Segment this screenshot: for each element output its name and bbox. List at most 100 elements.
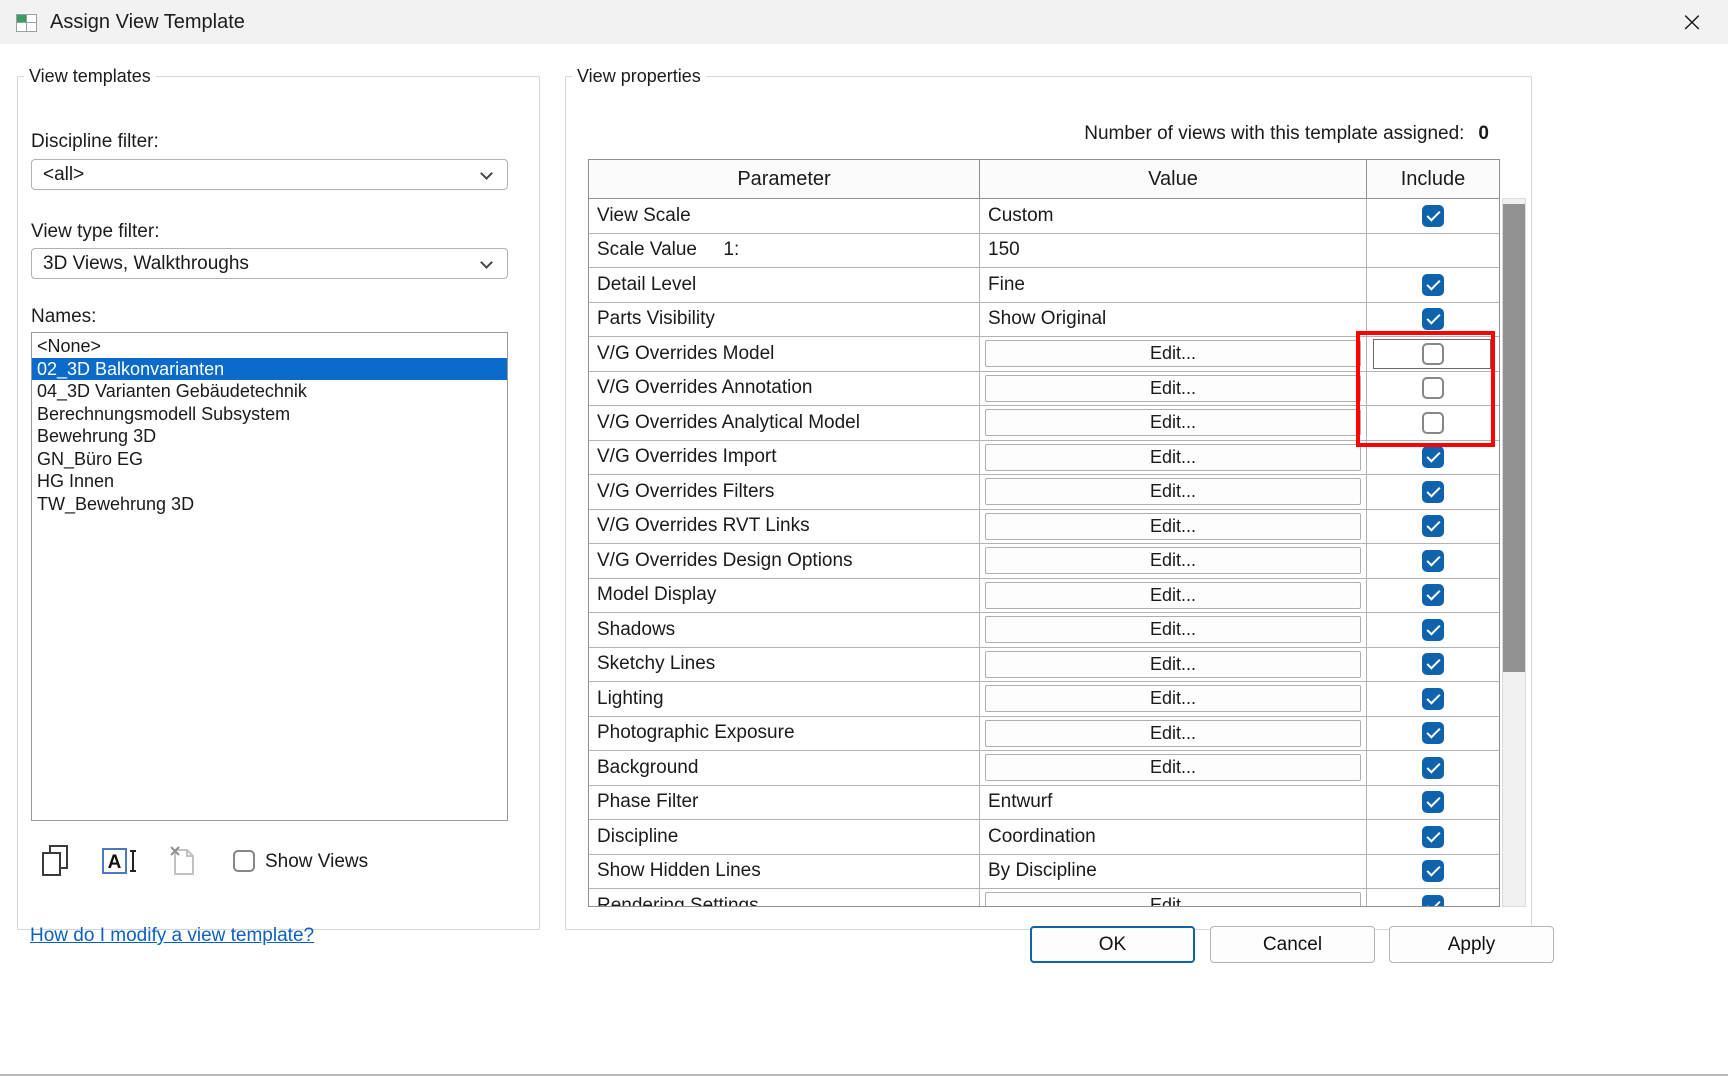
table-row: V/G Overrides RVT LinksEdit... (589, 510, 1499, 545)
table-row: DisciplineCoordination (589, 820, 1499, 855)
value-cell[interactable]: Custom (980, 199, 1367, 233)
ok-button[interactable]: OK (1030, 926, 1195, 963)
value-cell[interactable]: Coordination (980, 820, 1367, 854)
discipline-filter-label: Discipline filter: (31, 131, 159, 153)
table-row: Sketchy LinesEdit... (589, 648, 1499, 683)
include-checkbox[interactable] (1422, 895, 1444, 907)
value-cell[interactable]: By Discipline (980, 855, 1367, 889)
edit-button[interactable]: Edit... (985, 720, 1361, 747)
include-checkbox[interactable] (1422, 722, 1444, 744)
cancel-button[interactable]: Cancel (1210, 926, 1375, 963)
edit-button[interactable]: Edit... (985, 547, 1361, 574)
table-scrollbar[interactable] (1502, 198, 1526, 907)
include-checkbox[interactable] (1422, 205, 1444, 227)
names-listbox: <None>02_3D Balkonvarianten04_3D Variant… (31, 332, 508, 821)
edit-button[interactable]: Edit... (985, 513, 1361, 540)
view-type-filter-combobox[interactable]: 3D Views, Walkthroughs (31, 248, 508, 279)
close-icon[interactable]: × (1666, 0, 1718, 44)
column-header-parameter: Parameter (589, 160, 980, 198)
value-cell[interactable]: Show Original (980, 303, 1367, 337)
table-row: V/G Overrides ImportEdit... (589, 441, 1499, 476)
include-checkbox[interactable] (1422, 791, 1444, 813)
edit-button[interactable]: Edit... (985, 685, 1361, 712)
discipline-filter-combobox[interactable]: <all> (31, 159, 508, 190)
parameter-cell: V/G Overrides Model (589, 337, 980, 371)
include-checkbox[interactable] (1422, 757, 1444, 779)
list-item[interactable]: GN_Büro EG (32, 448, 507, 471)
help-link[interactable]: How do I modify a view template? (30, 925, 314, 947)
edit-button[interactable]: Edit... (985, 754, 1361, 781)
include-checkbox[interactable] (1422, 619, 1444, 641)
window-title: Assign View Template (50, 11, 245, 34)
list-item[interactable]: Berechnungsmodell Subsystem (32, 403, 507, 426)
parameter-cell: Rendering Settings (589, 889, 980, 907)
edit-button[interactable]: Edit... (985, 444, 1361, 471)
list-item[interactable]: 04_3D Varianten Gebäudetechnik (32, 380, 507, 403)
edit-button[interactable]: Edit... (985, 375, 1361, 402)
parameter-cell: Show Hidden Lines (589, 855, 980, 889)
edit-button[interactable]: Edit... (985, 651, 1361, 678)
chevron-down-icon (480, 167, 493, 180)
include-cell (1367, 717, 1499, 751)
view-templates-group-label: View templates (24, 66, 156, 87)
value-cell: Edit... (980, 751, 1367, 785)
value-cell: Edit... (980, 372, 1367, 406)
include-checkbox[interactable] (1422, 412, 1444, 434)
value-cell: Edit... (980, 441, 1367, 475)
apply-button[interactable]: Apply (1389, 926, 1554, 963)
include-checkbox[interactable] (1422, 860, 1444, 882)
include-checkbox[interactable] (1422, 481, 1444, 503)
list-item[interactable]: HG Innen (32, 470, 507, 493)
value-cell: Edit... (980, 510, 1367, 544)
edit-button[interactable]: Edit... (985, 340, 1361, 367)
list-item[interactable]: TW_Bewehrung 3D (32, 493, 507, 516)
list-item[interactable]: 02_3D Balkonvarianten (32, 358, 507, 381)
include-checkbox[interactable] (1422, 826, 1444, 848)
app-icon (14, 10, 39, 35)
table-row: Parts VisibilityShow Original (589, 303, 1499, 338)
include-checkbox[interactable] (1422, 688, 1444, 710)
properties-table-header: Parameter Value Include (589, 160, 1499, 199)
include-checkbox[interactable] (1422, 343, 1444, 365)
table-row: BackgroundEdit... (589, 751, 1499, 786)
value-cell[interactable]: Fine (980, 268, 1367, 302)
include-checkbox[interactable] (1422, 274, 1444, 296)
include-checkbox[interactable] (1422, 446, 1444, 468)
value-cell[interactable]: Entwurf (980, 786, 1367, 820)
scrollbar-thumb[interactable] (1503, 204, 1525, 672)
table-row: Detail LevelFine (589, 268, 1499, 303)
include-cell (1367, 613, 1499, 647)
include-checkbox[interactable] (1422, 653, 1444, 675)
list-item[interactable]: Bewehrung 3D (32, 425, 507, 448)
table-row: Show Hidden LinesBy Discipline (589, 855, 1499, 890)
include-checkbox[interactable] (1422, 308, 1444, 330)
include-checkbox[interactable] (1422, 584, 1444, 606)
assign-view-template-dialog: Assign View Template × View templates Di… (0, 0, 1728, 1076)
names-label: Names: (31, 306, 96, 328)
edit-button[interactable]: Edit... (985, 582, 1361, 609)
discipline-filter-value: <all> (43, 164, 84, 186)
include-checkbox[interactable] (1422, 515, 1444, 537)
edit-button[interactable]: Edit... (985, 409, 1361, 436)
assigned-views-count-label: Number of views with this template assig… (1084, 123, 1464, 145)
delete-template-button[interactable] (162, 841, 204, 883)
list-item[interactable]: <None> (32, 335, 507, 358)
table-row: V/G Overrides ModelEdit... (589, 337, 1499, 372)
edit-button[interactable]: Edit... (985, 478, 1361, 505)
show-views-checkbox[interactable] (233, 850, 255, 872)
include-cell (1367, 682, 1499, 716)
include-checkbox[interactable] (1422, 377, 1444, 399)
view-type-filter-value: 3D Views, Walkthroughs (43, 253, 249, 275)
parameter-cell: Scale Value 1: (589, 234, 980, 268)
table-row: View ScaleCustom (589, 199, 1499, 234)
value-cell[interactable]: 150 (980, 234, 1367, 268)
duplicate-template-button[interactable] (34, 841, 76, 883)
parameter-cell: V/G Overrides Design Options (589, 544, 980, 578)
rename-template-button[interactable]: A (98, 841, 140, 883)
include-cell (1367, 751, 1499, 785)
show-views-label[interactable]: Show Views (265, 851, 368, 873)
edit-button[interactable]: Edit... (985, 616, 1361, 643)
edit-button[interactable]: Edit... (985, 892, 1361, 907)
include-cell (1367, 337, 1499, 371)
include-checkbox[interactable] (1422, 550, 1444, 572)
